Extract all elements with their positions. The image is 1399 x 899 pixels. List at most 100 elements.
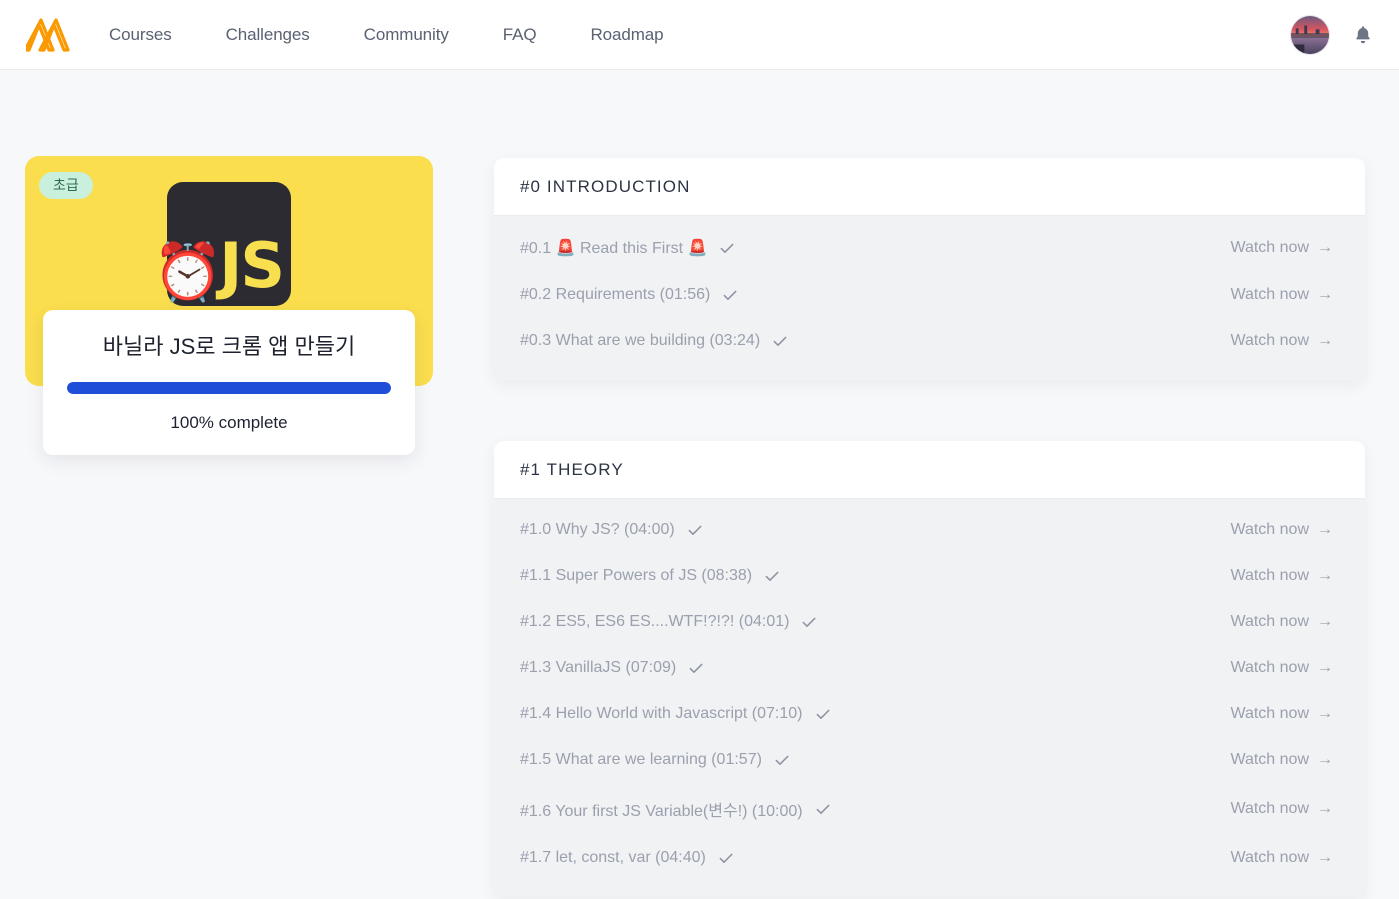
lesson-title-text: #1.2 ES5, ES6 ES....WTF!?!?! (04:01) [520, 613, 790, 630]
lesson-title-text: #1.5 What are we learning (01:57) [520, 751, 762, 768]
lesson-row[interactable]: #1.6 Your first JS Variable(변수!) (10:00)… [494, 783, 1365, 835]
course-info-panel: 바닐라 JS로 크롬 앱 만들기 100% complete [43, 310, 415, 455]
lesson-title-text: #1.0 Why JS? (04:00) [520, 521, 675, 538]
nav-item-faq[interactable]: FAQ [503, 15, 537, 55]
lesson-title-text: #1.7 let, const, var (04:40) [520, 849, 706, 866]
watch-now-label: Watch now [1230, 521, 1309, 538]
watch-now-link[interactable]: Watch now → [1230, 800, 1333, 818]
lesson-title: #1.0 Why JS? (04:00) [520, 521, 704, 539]
lesson-title: #0.3 What are we building (03:24) [520, 332, 789, 350]
watch-now-label: Watch now [1230, 567, 1309, 584]
watch-now-link[interactable]: Watch now → [1230, 751, 1333, 769]
lesson-row[interactable]: #1.4 Hello World with Javascript (07:10)… [494, 691, 1365, 737]
completed-check-icon [773, 751, 791, 769]
watch-now-label: Watch now [1230, 751, 1309, 768]
lesson-row[interactable]: #0.2 Requirements (01:56) Watch now → [494, 272, 1365, 318]
progress-bar [67, 381, 391, 394]
lesson-title-text: #1.3 VanillaJS (07:09) [520, 659, 677, 676]
nav-item-challenges[interactable]: Challenges [226, 15, 310, 55]
nav-item-roadmap[interactable]: Roadmap [590, 15, 663, 55]
lesson-title-text: #1.4 Hello World with Javascript (07:10) [520, 705, 803, 722]
section-header: #0 INTRODUCTION [494, 158, 1365, 216]
lesson-list: #1.0 Why JS? (04:00) Watch now → #1.1 Super… [494, 499, 1365, 897]
lesson-row[interactable]: #1.2 ES5, ES6 ES....WTF!?!?! (04:01) Watc… [494, 599, 1365, 645]
lesson-row[interactable]: #1.7 let, const, var (04:40) Watch now → [494, 835, 1365, 881]
header-actions [1290, 14, 1375, 55]
lesson-row[interactable]: #0.1 🚨 Read this First 🚨 Watch now → [494, 224, 1365, 272]
lesson-title: #1.5 What are we learning (01:57) [520, 751, 791, 769]
completed-check-icon [717, 849, 735, 867]
watch-now-label: Watch now [1230, 659, 1309, 676]
lesson-title: #1.6 Your first JS Variable(변수!) (10:00) [520, 797, 832, 821]
watch-now-link[interactable]: Watch now → [1230, 705, 1333, 723]
notification-bell-icon[interactable] [1351, 22, 1375, 48]
watch-now-link[interactable]: Watch now → [1230, 239, 1333, 257]
nav-item-community[interactable]: Community [364, 15, 449, 55]
curriculum-section: #0 INTRODUCTION #0.1 🚨 Read this First 🚨 W… [494, 158, 1365, 380]
arrow-right-icon: → [1317, 239, 1333, 256]
watch-now-label: Watch now [1230, 286, 1309, 303]
completed-check-icon [771, 332, 789, 350]
watch-now-link[interactable]: Watch now → [1230, 567, 1333, 585]
lesson-title: #1.2 ES5, ES6 ES....WTF!?!?! (04:01) [520, 613, 818, 631]
watch-now-label: Watch now [1230, 800, 1309, 817]
lesson-title: #1.1 Super Powers of JS (08:38) [520, 567, 781, 585]
lesson-row[interactable]: #1.5 What are we learning (01:57) Watch n… [494, 737, 1365, 783]
lesson-row[interactable]: #1.0 Why JS? (04:00) Watch now → [494, 507, 1365, 553]
watch-now-label: Watch now [1230, 705, 1309, 722]
lesson-title: #0.1 🚨 Read this First 🚨 [520, 238, 736, 258]
status-badge: 초급 [39, 172, 93, 200]
avatar[interactable] [1290, 14, 1330, 55]
completed-check-icon [718, 239, 736, 257]
watch-now-link[interactable]: Watch now → [1230, 613, 1333, 631]
curriculum-section: #1 THEORY #1.0 Why JS? (04:00) Watch now → #… [494, 441, 1365, 897]
progress-bar-fill [67, 381, 391, 394]
lesson-title-text: #0.1 🚨 Read this First 🚨 [520, 240, 708, 257]
completed-check-icon [687, 659, 705, 677]
arrow-right-icon: → [1317, 849, 1333, 866]
lesson-title: #1.7 let, const, var (04:40) [520, 849, 735, 867]
lesson-row[interactable]: #1.3 VanillaJS (07:09) Watch now → [494, 645, 1365, 691]
lesson-title: #1.3 VanillaJS (07:09) [520, 659, 705, 677]
arrow-right-icon: → [1317, 613, 1333, 630]
arrow-right-icon: → [1317, 800, 1333, 817]
course-card[interactable]: 초급 JS ⏰ 바닐라 JS로 크롬 앱 만들기 100% complete [25, 156, 433, 455]
completed-check-icon [763, 567, 781, 585]
watch-now-label: Watch now [1230, 613, 1309, 630]
page-title: 바닐라 JS로 크롬 앱 만들기 [102, 334, 356, 359]
watch-now-link[interactable]: Watch now → [1230, 849, 1333, 867]
completed-check-icon [814, 800, 832, 818]
section-header: #1 THEORY [494, 441, 1365, 499]
watch-now-label: Watch now [1230, 849, 1309, 866]
lesson-row[interactable]: #1.1 Super Powers of JS (08:38) Watch now… [494, 553, 1365, 599]
completed-check-icon [800, 613, 818, 631]
arrow-right-icon: → [1317, 286, 1333, 303]
arrow-right-icon: → [1317, 332, 1333, 349]
lesson-list: #0.1 🚨 Read this First 🚨 Watch now → #0.2 R… [494, 216, 1365, 380]
page-content: 초급 JS ⏰ 바닐라 JS로 크롬 앱 만들기 100% complete #… [0, 70, 1399, 899]
site-header: Courses Challenges Community FAQ Roadmap [0, 0, 1399, 70]
course-thumbnail-art: JS ⏰ [153, 182, 291, 306]
main-navigation: Courses Challenges Community FAQ Roadmap [109, 15, 664, 55]
nomad-coders-logo-icon[interactable] [22, 13, 78, 57]
alarm-clock-icon: ⏰ [153, 240, 223, 303]
watch-now-link[interactable]: Watch now → [1230, 286, 1333, 304]
lesson-row[interactable]: #0.3 What are we building (03:24) Watch n… [494, 318, 1365, 364]
watch-now-link[interactable]: Watch now → [1230, 521, 1333, 539]
completed-check-icon [686, 521, 704, 539]
watch-now-label: Watch now [1230, 239, 1309, 256]
arrow-right-icon: → [1317, 567, 1333, 584]
lesson-title-text: #1.6 Your first JS Variable(변수!) (10:00) [520, 803, 803, 820]
watch-now-link[interactable]: Watch now → [1230, 332, 1333, 350]
curriculum-sections: #0 INTRODUCTION #0.1 🚨 Read this First 🚨 W… [494, 156, 1365, 899]
arrow-right-icon: → [1317, 521, 1333, 538]
arrow-right-icon: → [1317, 751, 1333, 768]
nav-item-courses[interactable]: Courses [109, 15, 172, 55]
progress-label: 100% complete [170, 412, 288, 432]
lesson-title: #0.2 Requirements (01:56) [520, 286, 739, 304]
lesson-title-text: #0.2 Requirements (01:56) [520, 286, 711, 303]
completed-check-icon [814, 705, 832, 723]
arrow-right-icon: → [1317, 705, 1333, 722]
watch-now-link[interactable]: Watch now → [1230, 659, 1333, 677]
lesson-title-text: #1.1 Super Powers of JS (08:38) [520, 567, 753, 584]
